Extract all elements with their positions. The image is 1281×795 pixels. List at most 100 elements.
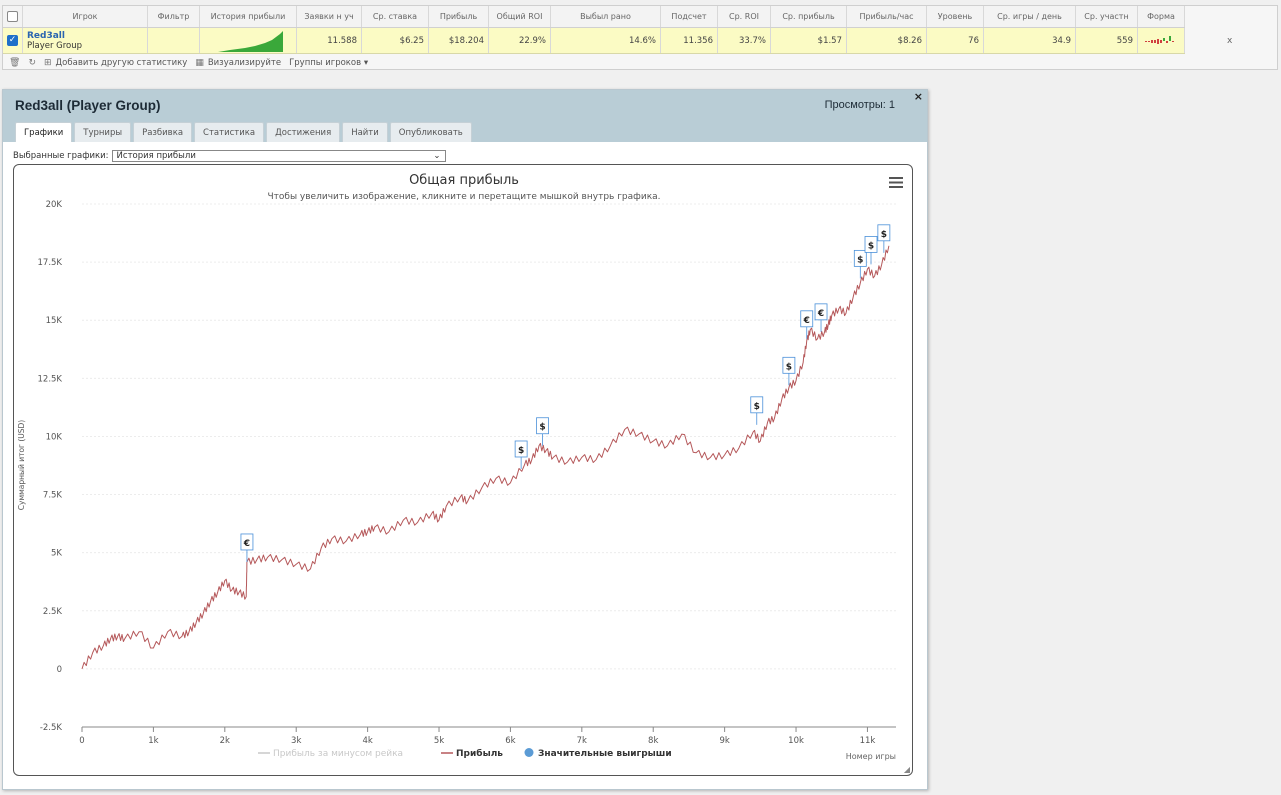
flag-symbol: $ [868, 241, 874, 251]
tab-breakdown[interactable]: Разбивка [133, 122, 193, 142]
form-bar [1163, 37, 1165, 41]
flag-symbol: $ [754, 402, 760, 412]
flag-symbol: $ [518, 446, 524, 456]
legend-item-wins[interactable]: Значительные выигрыши [538, 749, 672, 759]
form-bar [1172, 40, 1174, 42]
column-header[interactable]: Прибыль/час [847, 6, 927, 27]
tab-find[interactable]: Найти [342, 122, 388, 142]
column-header[interactable]: Игрок [23, 6, 148, 27]
x-tick-label: 9k [719, 736, 729, 746]
table-row[interactable]: ✓ Red3all Player Group 11.588 $6.25 $18.… [3, 28, 1185, 54]
chart-subtitle: Чтобы увеличить изображение, кликните и … [267, 192, 660, 202]
player-group-label: Player Group [27, 40, 83, 51]
row-checkbox[interactable]: ✓ [7, 35, 18, 46]
big-win-flag[interactable]: $ [536, 417, 549, 446]
legend-item-net[interactable]: Прибыль за минусом рейка [273, 749, 403, 759]
player-cell[interactable]: Red3all Player Group [23, 28, 148, 53]
form-bar [1151, 39, 1153, 43]
column-header[interactable]: Заявки н уч [297, 6, 362, 27]
panel-title: Red3all (Player Group) [15, 98, 161, 113]
chart-container[interactable]: Общая прибыль Чтобы увеличить изображени… [13, 164, 913, 776]
x-tick-label: 2k [220, 736, 230, 746]
close-icon[interactable]: × [914, 90, 923, 103]
big-win-flag[interactable]: € [240, 533, 254, 562]
visualize-button[interactable]: ▦ Визуализируйте [195, 58, 281, 68]
x-tick-label: 1k [148, 736, 158, 746]
x-tick-label: 7k [577, 736, 587, 746]
flag-symbol: € [243, 539, 250, 549]
x-tick-label: 11k [860, 736, 876, 746]
profit-series-line[interactable] [81, 245, 890, 670]
header-select-all[interactable] [3, 6, 23, 27]
chart-title: Общая прибыль [409, 173, 519, 188]
player-detail-panel: Red3all (Player Group) Просмотры: 1 × Гр… [2, 89, 928, 790]
big-win-flag[interactable]: $ [750, 396, 764, 425]
resize-handle-icon[interactable]: ◢ [904, 765, 910, 774]
avg-roi-cell: 33.7% [718, 28, 771, 53]
big-win-flag[interactable]: € [800, 310, 814, 339]
profit-history-sparkline [200, 28, 297, 53]
tab-publish[interactable]: Опубликовать [389, 122, 472, 142]
level-cell: 76 [927, 28, 984, 53]
x-tick-label: 6k [505, 736, 515, 746]
big-win-flag[interactable]: $ [514, 440, 528, 469]
count-cell: 11.356 [661, 28, 718, 53]
player-groups-dropdown[interactable]: Группы игроков ▾ [289, 58, 368, 68]
column-header[interactable]: Ср. ROI [718, 6, 771, 27]
tab-achievements[interactable]: Достижения [266, 122, 341, 142]
player-name-link[interactable]: Red3all [27, 31, 65, 41]
add-column-icon: ⊞ [43, 57, 52, 68]
flag-symbol: € [803, 316, 810, 326]
column-header[interactable]: История прибыли [200, 6, 297, 27]
y-axis-label: Суммарный итог (USD) [17, 420, 26, 511]
column-header[interactable]: Выбыл рано [551, 6, 661, 27]
chevron-down-icon: ⌄ [433, 151, 441, 161]
add-stat-label: Добавить другую статистику [55, 57, 188, 68]
total-roi-cell: 22.9% [489, 28, 551, 53]
column-header[interactable]: Фильтр [148, 6, 200, 27]
column-header[interactable]: Ср. игры / день [984, 6, 1076, 27]
trash-icon[interactable]: 🗑 [9, 58, 20, 68]
add-stat-button[interactable]: ⊞ Добавить другую статистику [44, 58, 187, 68]
row-select[interactable]: ✓ [3, 28, 23, 53]
form-bar [1160, 39, 1162, 43]
visualize-label: Визуализируйте [207, 57, 282, 68]
views-counter: Просмотры: 1 [824, 99, 895, 111]
y-tick-label: 20K [46, 200, 63, 210]
tab-statistics[interactable]: Статистика [194, 122, 265, 142]
form-bars-svg [1145, 35, 1174, 44]
form-bar [1157, 38, 1159, 44]
player-groups-label: Группы игроков ▾ [289, 57, 369, 68]
tab-tournaments[interactable]: Турниры [74, 122, 132, 142]
table-toolbar: 🗑 ↻ ⊞ Добавить другую статистику ▦ Визуали… [9, 56, 368, 69]
column-header[interactable]: Подсчет [661, 6, 718, 27]
tab-charts[interactable]: Графики [15, 122, 73, 142]
column-header[interactable]: Ср. прибыль [771, 6, 847, 27]
profit-chart[interactable]: Общая прибыль Чтобы увеличить изображени… [14, 165, 914, 777]
x-tick-label: 8k [648, 736, 658, 746]
avg-profit-cell: $1.57 [771, 28, 847, 53]
flag-symbol: $ [786, 362, 792, 372]
refresh-icon[interactable]: ↻ [28, 58, 36, 68]
chart-select-dropdown[interactable]: История прибыли ⌄ [111, 150, 446, 162]
legend-item-profit[interactable]: Прибыль [456, 748, 503, 759]
column-header[interactable]: Уровень [927, 6, 984, 27]
hamburger-menu-icon[interactable] [889, 177, 903, 188]
form-bar [1145, 40, 1147, 42]
y-tick-label: 15K [46, 316, 63, 326]
y-tick-label: 7.5K [43, 491, 63, 501]
row-extra-icon[interactable]: x [1227, 36, 1232, 46]
column-header[interactable]: Прибыль [429, 6, 489, 27]
big-win-flag[interactable]: $ [864, 236, 878, 265]
y-tick-label: 2.5K [43, 607, 63, 617]
column-header[interactable]: Ср. участн [1076, 6, 1138, 27]
sparkline-svg [218, 31, 283, 52]
column-header[interactable]: Ср. ставка [362, 6, 429, 27]
sparkline-area [218, 31, 283, 52]
table-header-row: Игрок Фильтр История прибыли Заявки н уч… [3, 6, 1185, 28]
select-all-checkbox[interactable] [7, 11, 18, 22]
column-header[interactable]: Форма [1138, 6, 1185, 27]
y-tick-label: 10K [46, 432, 63, 442]
filter-cell[interactable] [148, 28, 200, 53]
column-header[interactable]: Общий ROI [489, 6, 551, 27]
